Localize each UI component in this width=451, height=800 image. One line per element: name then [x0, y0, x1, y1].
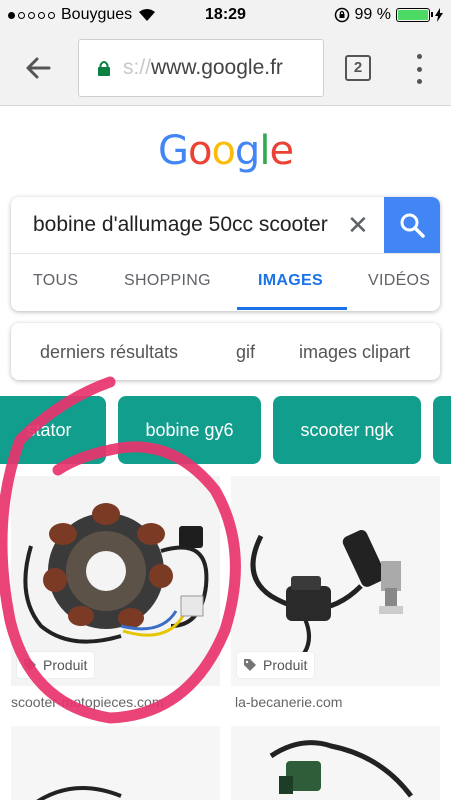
product-badge: Produit — [237, 652, 315, 678]
search-card: bobine d'allumage 50cc scooter ✕ TOUS SH… — [11, 197, 440, 311]
google-logo[interactable]: Google — [0, 128, 451, 174]
image-result-stator[interactable]: Produit — [11, 476, 220, 686]
search-button[interactable] — [384, 197, 440, 253]
tab-tous[interactable]: TOUS — [33, 272, 78, 290]
lock-icon — [98, 61, 110, 76]
tag-icon — [244, 659, 256, 671]
tab-videos[interactable]: VIDÉOS — [368, 272, 430, 290]
chip-bobine-gy6[interactable]: bobine gy6 — [118, 396, 261, 464]
url-scheme: s:// — [123, 56, 152, 79]
search-input[interactable]: bobine d'allumage 50cc scooter — [33, 213, 343, 237]
coil-image — [269, 740, 413, 798]
image-result-4[interactable] — [231, 726, 440, 800]
rotation-lock-icon — [334, 7, 349, 23]
tab-images[interactable]: IMAGES — [258, 272, 323, 290]
search-icon — [400, 213, 425, 238]
status-bar: Bouygues 18:29 99 % — [0, 0, 451, 30]
tag-icon — [24, 659, 36, 671]
clear-icon[interactable]: ✕ — [347, 210, 369, 241]
suggestion-gif[interactable]: gif — [236, 342, 255, 363]
divider — [11, 253, 440, 254]
cable-image — [36, 786, 122, 800]
chip-stator[interactable]: stator — [0, 396, 106, 464]
result-source-1[interactable]: scooter-motopieces.com — [11, 694, 164, 710]
back-arrow-icon[interactable] — [22, 52, 54, 84]
tab-shopping[interactable]: SHOPPING — [124, 272, 211, 290]
active-tab-indicator — [237, 307, 347, 310]
suggestion-recent[interactable]: derniers résultats — [40, 342, 178, 363]
product-badge: Produit — [17, 652, 95, 678]
related-searches: derniers résultats gif images clipart — [11, 323, 440, 380]
browser-toolbar: s://www.google.fr 2 — [0, 30, 451, 106]
charging-icon — [435, 8, 443, 22]
battery-percent: 99 % — [354, 6, 391, 23]
url-domain: www.google.fr — [151, 56, 283, 79]
tab-switcher-button[interactable]: 2 — [345, 55, 371, 81]
chip-scooter-ngk[interactable]: scooter ngk — [273, 396, 421, 464]
address-bar[interactable]: s://www.google.fr — [78, 39, 324, 97]
result-source-2[interactable]: la-becanerie.com — [235, 694, 342, 710]
overflow-menu-icon[interactable] — [413, 54, 425, 84]
chip-more[interactable] — [433, 396, 451, 464]
battery-icon — [396, 8, 433, 22]
suggestion-clipart[interactable]: images clipart — [299, 342, 410, 363]
image-result-3[interactable] — [11, 726, 220, 800]
image-result-coil[interactable]: Produit — [231, 476, 440, 686]
